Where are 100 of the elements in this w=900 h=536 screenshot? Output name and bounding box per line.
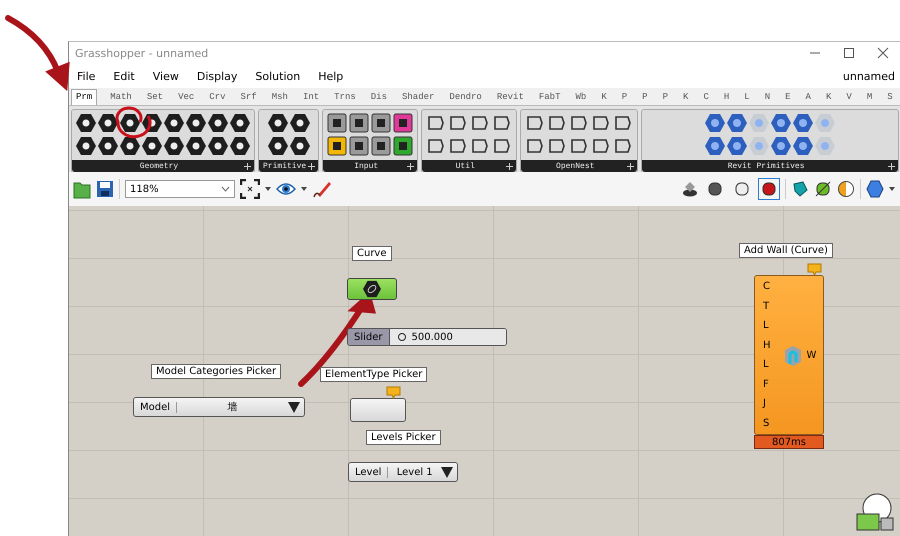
hexagon-icon[interactable]	[120, 136, 140, 156]
curve-node[interactable]	[347, 278, 397, 300]
input-parameter[interactable]: L	[763, 320, 771, 332]
hexagon-icon[interactable]	[76, 113, 96, 133]
ribbon-tab[interactable]: K	[824, 90, 834, 105]
tool-icon[interactable]	[492, 136, 512, 156]
tool-icon[interactable]	[613, 113, 634, 133]
square-icon[interactable]	[393, 136, 414, 156]
ribbon-tab[interactable]: Crv	[207, 90, 228, 105]
ribbon-tab[interactable]: A	[804, 90, 813, 105]
zoom-combo[interactable]: 118%	[125, 180, 235, 198]
expand-icon[interactable]	[407, 163, 414, 170]
tool-icon[interactable]	[569, 136, 590, 156]
hexagon-icon[interactable]	[230, 113, 250, 133]
hexagon-icon[interactable]	[164, 113, 184, 133]
component-node[interactable]: C T L H L F J S W	[754, 275, 824, 435]
input-parameter[interactable]: C	[763, 281, 771, 292]
ribbon-tab[interactable]: Shader	[400, 90, 436, 105]
revit-element-icon[interactable]	[705, 136, 726, 156]
square-icon[interactable]	[327, 113, 348, 133]
hexagon-icon[interactable]	[120, 113, 140, 133]
ribbon-tab[interactable]: N	[762, 90, 772, 105]
ribbon-tab[interactable]: Revit	[494, 90, 526, 105]
tool-icon[interactable]	[426, 113, 446, 133]
preview-mode-button[interactable]	[758, 178, 780, 200]
tool-icon[interactable]	[525, 136, 546, 156]
expand-icon[interactable]	[627, 163, 634, 170]
input-parameter[interactable]: S	[763, 418, 771, 429]
square-icon[interactable]	[371, 136, 392, 156]
hexagon-icon[interactable]	[142, 136, 162, 156]
menu-item[interactable]: Help	[318, 70, 344, 82]
hexagon-icon[interactable]	[142, 113, 162, 133]
ribbon-tab[interactable]: H	[722, 90, 732, 105]
picker-dropdown[interactable]: Model 墙	[133, 397, 305, 417]
tool-icon[interactable]	[470, 136, 490, 156]
hexagon-icon[interactable]	[208, 113, 228, 133]
menu-item[interactable]: Solution	[255, 70, 300, 82]
material-icon[interactable]	[791, 180, 809, 198]
ribbon-tab[interactable]: Vec	[176, 90, 196, 105]
ribbon-tab[interactable]: P	[640, 90, 650, 105]
ribbon-tab[interactable]: Trns	[332, 90, 358, 105]
ribbon-tab[interactable]: Set	[144, 90, 166, 105]
menu-item[interactable]: Display	[196, 70, 238, 82]
hexagon-icon[interactable]	[186, 113, 206, 133]
caret-icon[interactable]	[301, 187, 307, 191]
ribbon-tab[interactable]: K	[599, 90, 609, 105]
tool-icon[interactable]	[448, 136, 468, 156]
square-icon[interactable]	[371, 113, 392, 133]
expand-icon[interactable]	[506, 163, 514, 170]
ribbon-tab[interactable]: M	[864, 90, 874, 105]
ribbon-tab[interactable]: Wb	[574, 90, 588, 105]
tool-icon[interactable]	[470, 113, 490, 133]
ribbon-tab[interactable]: Dis	[368, 90, 389, 105]
maximize-icon[interactable]	[843, 47, 855, 59]
revit-element-icon[interactable]	[793, 136, 814, 156]
expand-icon[interactable]	[244, 163, 251, 170]
hexagon-icon[interactable]	[186, 136, 206, 156]
tool-icon[interactable]	[525, 113, 546, 133]
tool-icon[interactable]	[448, 113, 468, 133]
caret-icon[interactable]	[265, 187, 271, 191]
expand-icon[interactable]	[308, 163, 316, 170]
hexagon-icon[interactable]	[268, 136, 288, 156]
tool-icon[interactable]	[547, 136, 568, 156]
square-icon[interactable]	[327, 136, 348, 156]
tool-icon[interactable]	[569, 113, 590, 133]
picker-node[interactable]	[350, 398, 406, 422]
eye-icon[interactable]	[276, 182, 296, 196]
revit-element-icon[interactable]	[793, 113, 814, 133]
menu-item[interactable]: File	[77, 70, 96, 82]
close-icon[interactable]	[877, 47, 889, 59]
ribbon-tab[interactable]: Math	[108, 90, 134, 105]
picker-dropdown[interactable]: Level Level 1	[348, 462, 458, 482]
hexagon-icon[interactable]	[208, 136, 228, 156]
hexagon-icon[interactable]	[98, 136, 118, 156]
tool-icon[interactable]	[492, 113, 512, 133]
tool-icon[interactable]	[426, 136, 446, 156]
tool-icon[interactable]	[591, 113, 612, 133]
input-parameter[interactable]: H	[763, 340, 771, 351]
hexagon-icon[interactable]	[866, 180, 884, 198]
number-slider[interactable]: Slider 500.000	[347, 328, 507, 346]
square-icon[interactable]	[393, 113, 414, 133]
menu-item[interactable]: View	[152, 70, 179, 82]
slider-knob[interactable]	[398, 333, 406, 341]
ribbon-tab[interactable]: C	[701, 90, 711, 105]
ribbon-tab[interactable]: Msh	[270, 90, 290, 105]
save-icon[interactable]	[96, 179, 114, 199]
ribbon-tab[interactable]: FabT	[536, 90, 562, 105]
hexagon-icon[interactable]	[230, 136, 250, 156]
revit-element-icon[interactable]	[705, 113, 726, 133]
input-parameter[interactable]: J	[763, 398, 771, 410]
tool-icon[interactable]	[613, 136, 634, 156]
expand-icon[interactable]	[888, 163, 895, 170]
input-parameter[interactable]: T	[763, 300, 771, 312]
output-parameter[interactable]: W	[806, 350, 816, 360]
ribbon-tab[interactable]: K	[681, 90, 690, 105]
zoom-extents-icon[interactable]	[240, 179, 260, 199]
revit-element-icon[interactable]	[727, 136, 748, 156]
tool-icon[interactable]	[591, 136, 612, 156]
sphere-icon[interactable]	[837, 180, 855, 198]
ribbon-tab[interactable]: L	[742, 90, 752, 105]
